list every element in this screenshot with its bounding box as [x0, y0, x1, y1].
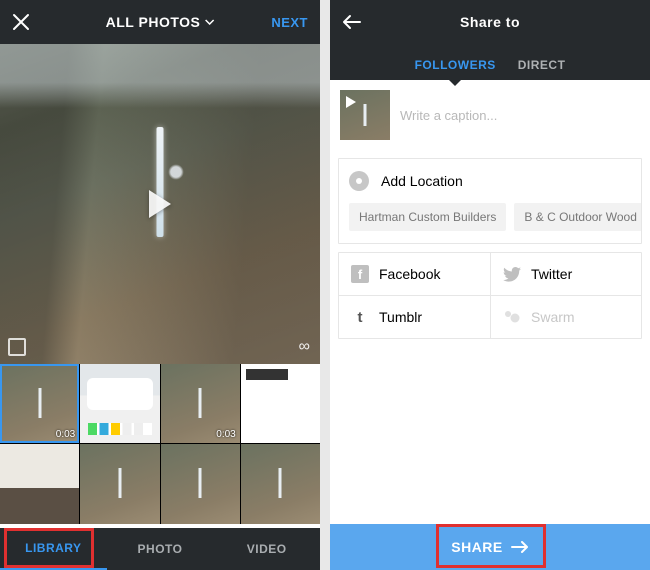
- back-arrow-icon: [342, 14, 362, 30]
- location-pin-icon: [349, 171, 369, 191]
- bottom-tabs: LIBRARY PHOTO VIDEO: [0, 528, 320, 570]
- subtab-followers[interactable]: FOLLOWERS: [415, 58, 496, 80]
- thumbnail[interactable]: [241, 444, 320, 523]
- share-tumblr[interactable]: t Tumblr: [339, 295, 490, 338]
- video-preview[interactable]: ∞: [0, 44, 320, 364]
- tab-photo[interactable]: PHOTO: [107, 528, 214, 570]
- thumbnail[interactable]: [0, 444, 79, 523]
- album-selector[interactable]: ALL PHOTOS: [106, 14, 215, 30]
- thumbnail[interactable]: [80, 364, 159, 443]
- location-section: Add Location Hartman Custom Builders B &…: [338, 158, 642, 244]
- share-panel: Share to FOLLOWERS DIRECT Add Location H…: [330, 0, 650, 570]
- thumbnail[interactable]: 0:03: [0, 364, 79, 443]
- close-icon: [12, 13, 30, 31]
- preview-content: [157, 127, 164, 237]
- twitter-icon: [503, 265, 521, 283]
- location-chip[interactable]: B & C Outdoor Wood Fu: [514, 203, 641, 231]
- caption-row: [330, 80, 650, 150]
- swarm-icon: [503, 308, 521, 326]
- expand-icon[interactable]: [8, 338, 26, 356]
- next-button[interactable]: NEXT: [271, 15, 308, 30]
- share-subtabs: FOLLOWERS DIRECT: [330, 44, 650, 80]
- thumb-duration: 0:03: [216, 429, 235, 440]
- facebook-icon: f: [351, 265, 369, 283]
- subtab-direct[interactable]: DIRECT: [518, 58, 566, 80]
- thumbnail[interactable]: [241, 364, 320, 443]
- thumbnail[interactable]: [80, 444, 159, 523]
- play-icon: [149, 190, 171, 218]
- caption-input[interactable]: [400, 90, 640, 140]
- location-suggestions: Hartman Custom Builders B & C Outdoor Wo…: [339, 203, 641, 243]
- share-networks: f Facebook Twitter t Tumblr Swarm: [338, 252, 642, 339]
- location-chip[interactable]: Hartman Custom Builders: [349, 203, 506, 231]
- close-button[interactable]: [12, 13, 30, 31]
- add-location-button[interactable]: Add Location: [339, 159, 641, 203]
- location-label: Add Location: [381, 173, 463, 189]
- share-button[interactable]: SHARE: [330, 524, 650, 570]
- share-header: Share to: [330, 0, 650, 44]
- back-button[interactable]: [342, 14, 362, 30]
- tumblr-icon: t: [351, 308, 369, 326]
- caption-thumbnail[interactable]: [340, 90, 390, 140]
- share-title: Share to: [460, 14, 520, 30]
- play-icon: [346, 96, 356, 108]
- arrow-right-icon: [511, 541, 529, 553]
- thumbnail[interactable]: [161, 444, 240, 523]
- thumbnail-grid: 0:03 0:03: [0, 364, 320, 524]
- share-facebook[interactable]: f Facebook: [339, 253, 490, 295]
- thumbnail[interactable]: 0:03: [161, 364, 240, 443]
- picker-header: ALL PHOTOS NEXT: [0, 0, 320, 44]
- album-title: ALL PHOTOS: [106, 14, 201, 30]
- tab-library[interactable]: LIBRARY: [0, 528, 107, 570]
- picker-panel: ALL PHOTOS NEXT ∞ 0:03 0:03 LIBRARY PHOT…: [0, 0, 320, 570]
- chevron-down-icon: [204, 19, 214, 25]
- thumb-duration: 0:03: [56, 429, 75, 440]
- share-swarm[interactable]: Swarm: [490, 295, 641, 338]
- boomerang-icon[interactable]: ∞: [299, 338, 310, 356]
- share-twitter[interactable]: Twitter: [490, 253, 641, 295]
- tab-video[interactable]: VIDEO: [213, 528, 320, 570]
